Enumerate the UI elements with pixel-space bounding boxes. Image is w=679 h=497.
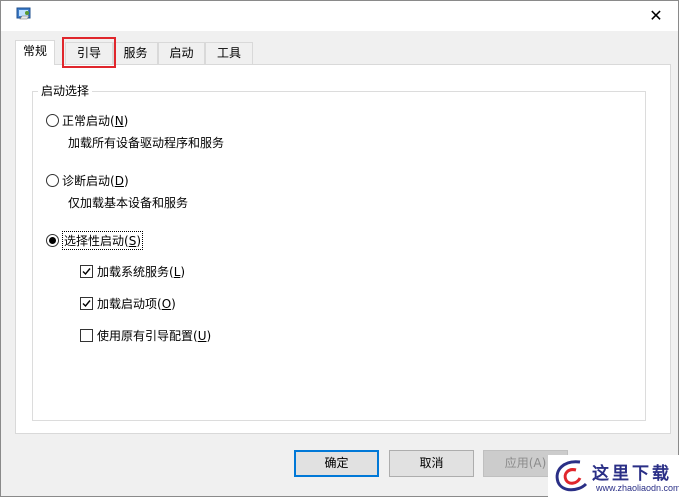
tab-label: 服务 <box>123 46 148 60</box>
tab-label: 启动 <box>169 46 194 60</box>
checkbox[interactable] <box>80 264 93 278</box>
ok-button[interactable]: 确定 <box>294 450 379 477</box>
checkbox-label: 加载启动项(O) <box>97 296 176 311</box>
swirl-logo-icon <box>555 460 588 492</box>
normal-startup-radio[interactable]: 正常启动(N) <box>46 111 128 129</box>
load-startup-items-checkbox[interactable]: 加载启动项(O) <box>80 294 176 312</box>
radio-button[interactable] <box>46 233 59 247</box>
cancel-button[interactable]: 取消 <box>389 450 474 477</box>
close-icon: ✕ <box>649 6 663 25</box>
diagnostic-startup-description: 仅加载基本设备和服务 <box>68 196 189 210</box>
use-original-boot-config-checkbox[interactable]: 使用原有引导配置(U) <box>80 326 211 344</box>
tab-tools[interactable]: 工具 <box>205 42 253 64</box>
checkmark-icon <box>82 299 91 307</box>
radio-button[interactable] <box>46 113 59 127</box>
watermark-logo: 这里下载 www.zhaoliaodn.com <box>548 455 679 497</box>
tab-startup[interactable]: 启动 <box>158 42 205 64</box>
tab-general[interactable]: 常规 <box>15 40 55 65</box>
group-title: 启动选择 <box>38 83 93 99</box>
checkmark-icon <box>82 267 91 275</box>
system-configuration-icon <box>16 7 31 20</box>
load-system-services-checkbox[interactable]: 加载系统服务(L) <box>80 262 185 280</box>
checkbox[interactable] <box>80 328 93 342</box>
tab-services[interactable]: 服务 <box>113 42 158 64</box>
tab-boot[interactable]: 引导 <box>65 42 113 64</box>
tab-label: 工具 <box>216 46 241 60</box>
watermark-title: 这里下载 <box>592 464 672 484</box>
radio-button[interactable] <box>46 173 59 187</box>
title-bar: ✕ <box>0 0 679 31</box>
selective-startup-radio[interactable]: 选择性启动(S) <box>46 230 143 250</box>
normal-startup-description: 加载所有设备驱动程序和服务 <box>68 136 225 150</box>
radio-label: 正常启动(N) <box>62 113 129 128</box>
tab-label: 常规 <box>22 44 47 58</box>
tab-label: 引导 <box>76 46 101 60</box>
radio-label: 选择性启动(S) <box>62 230 143 250</box>
checkbox-label: 加载系统服务(L) <box>97 264 186 279</box>
diagnostic-startup-radio[interactable]: 诊断启动(D) <box>46 171 129 189</box>
checkbox-label: 使用原有引导配置(U) <box>97 328 212 343</box>
checkbox[interactable] <box>80 296 93 310</box>
radio-label: 诊断启动(D) <box>62 173 129 188</box>
general-tab-panel: 启动选择 正常启动(N) 加载所有设备驱动程序和服务 诊断启动(D) 仅加载基本… <box>15 64 671 434</box>
close-button[interactable]: ✕ <box>633 0 679 31</box>
watermark-url: www.zhaoliaodn.com <box>596 483 679 493</box>
